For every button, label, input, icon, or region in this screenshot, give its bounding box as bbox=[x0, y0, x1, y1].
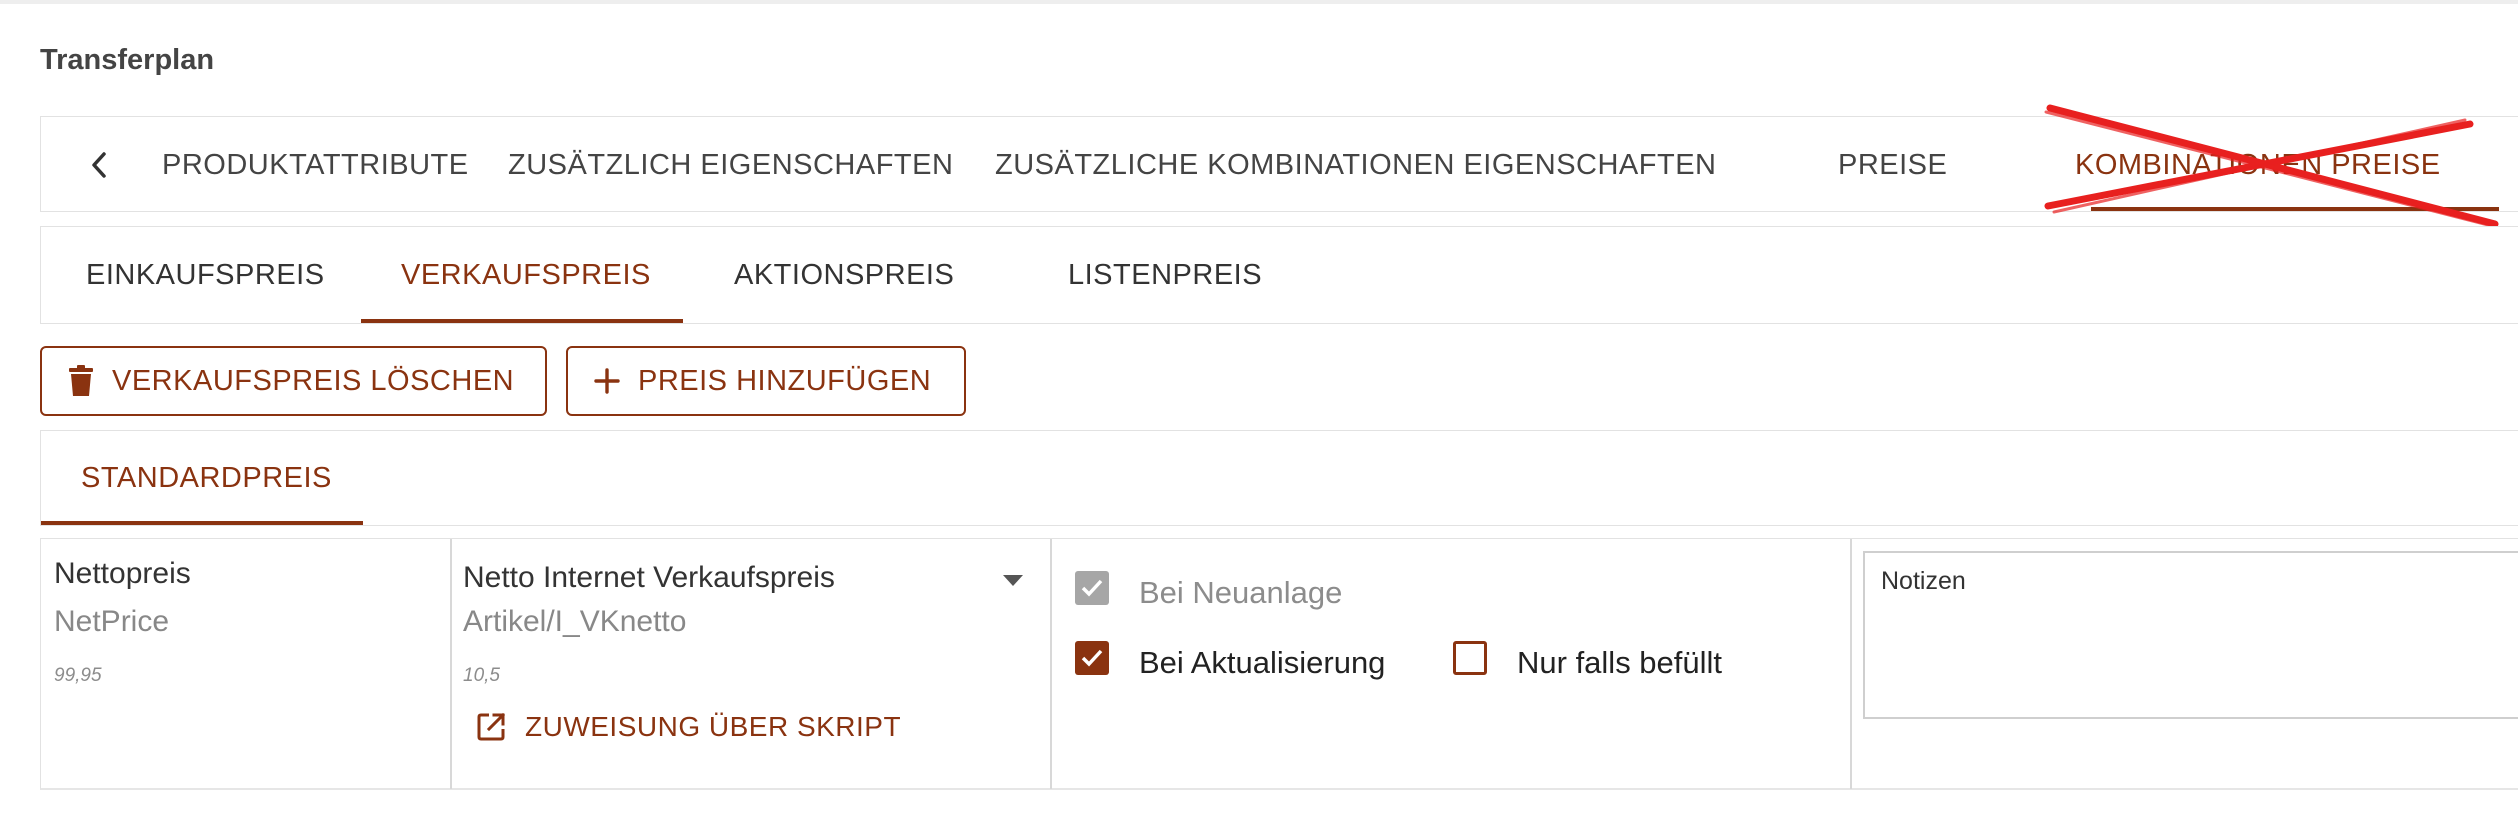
only-if-filled-checkbox[interactable] bbox=[1453, 641, 1487, 675]
check-icon bbox=[1081, 579, 1103, 597]
notes-field[interactable]: Notizen bbox=[1863, 551, 2518, 719]
tab-zusaetzliche-kombinationen-eigenschaften[interactable]: ZUSÄTZLICHE KOMBINATIONEN EIGENSCHAFTEN bbox=[995, 117, 1716, 213]
main-tab-bar: PRODUKTATTRIBUTE ZUSÄTZLICH EIGENSCHAFTE… bbox=[40, 116, 2518, 212]
open-in-new-icon bbox=[475, 711, 507, 743]
standard-price-tab-bar: STANDARDPREIS bbox=[40, 430, 2518, 526]
tabs-scroll-back-button[interactable] bbox=[77, 117, 121, 213]
script-assignment-label: ZUWEISUNG ÜBER SKRIPT bbox=[525, 711, 902, 742]
column-divider bbox=[450, 539, 452, 789]
column-divider bbox=[1850, 539, 1852, 789]
only-if-filled-label: Nur falls befüllt bbox=[1517, 645, 1723, 680]
source-label: Nettopreis bbox=[54, 557, 191, 590]
top-divider bbox=[0, 0, 2518, 4]
target-path: Artikel/I_VKnetto bbox=[463, 605, 687, 638]
price-tab-bar: EINKAUFSPREIS VERKAUFSPREIS AKTIONSPREIS… bbox=[40, 226, 2518, 324]
tab-aktionspreis[interactable]: AKTIONSPREIS bbox=[734, 227, 954, 323]
tab-kombinationen-preise[interactable]: KOMBINATIONEN PREISE bbox=[2075, 117, 2441, 213]
dropdown-caret-icon[interactable] bbox=[1003, 575, 1023, 586]
on-create-label: Bei Neuanlage bbox=[1139, 575, 1343, 610]
trash-icon bbox=[68, 365, 94, 397]
plus-icon bbox=[594, 368, 620, 394]
price-mapping-row: Nettopreis NetPrice 99,95 Netto Internet… bbox=[40, 538, 2518, 790]
tab-einkaufspreis[interactable]: EINKAUFSPREIS bbox=[86, 227, 325, 323]
tab-standardpreis[interactable]: STANDARDPREIS bbox=[81, 431, 332, 525]
tab-produktattribute[interactable]: PRODUKTATTRIBUTE bbox=[162, 117, 469, 213]
tab-preise[interactable]: PREISE bbox=[1838, 117, 1947, 213]
chevron-left-icon bbox=[92, 152, 106, 178]
on-update-checkbox[interactable] bbox=[1075, 641, 1109, 675]
tab-zusaetzlich-eigenschaften[interactable]: ZUSÄTZLICH EIGENSCHAFTEN bbox=[508, 117, 953, 213]
active-tab-indicator bbox=[2091, 207, 2499, 211]
source-value: 99,95 bbox=[54, 665, 102, 686]
delete-price-button[interactable]: VERKAUFSPREIS LÖSCHEN bbox=[40, 346, 547, 416]
source-field: NetPrice bbox=[54, 605, 170, 638]
on-update-label: Bei Aktualisierung bbox=[1139, 645, 1386, 680]
page-title: Transferplan bbox=[40, 44, 215, 76]
target-value: 10,5 bbox=[463, 665, 500, 686]
tab-listenpreis[interactable]: LISTENPREIS bbox=[1068, 227, 1262, 323]
script-assignment-link[interactable]: ZUWEISUNG ÜBER SKRIPT bbox=[475, 711, 901, 743]
target-select[interactable]: Netto Internet Verkaufspreis bbox=[463, 561, 835, 595]
add-price-label: PREIS HINZUFÜGEN bbox=[638, 364, 932, 397]
delete-price-label: VERKAUFSPREIS LÖSCHEN bbox=[112, 364, 515, 397]
tab-verkaufspreis[interactable]: VERKAUFSPREIS bbox=[401, 227, 651, 323]
notes-label: Notizen bbox=[1881, 567, 1966, 595]
on-create-checkbox bbox=[1075, 571, 1109, 605]
add-price-button[interactable]: PREIS HINZUFÜGEN bbox=[566, 346, 966, 416]
active-sub-tab-indicator bbox=[41, 521, 363, 525]
active-price-tab-indicator bbox=[361, 319, 683, 323]
column-divider bbox=[1050, 539, 1052, 789]
check-icon bbox=[1081, 649, 1103, 667]
